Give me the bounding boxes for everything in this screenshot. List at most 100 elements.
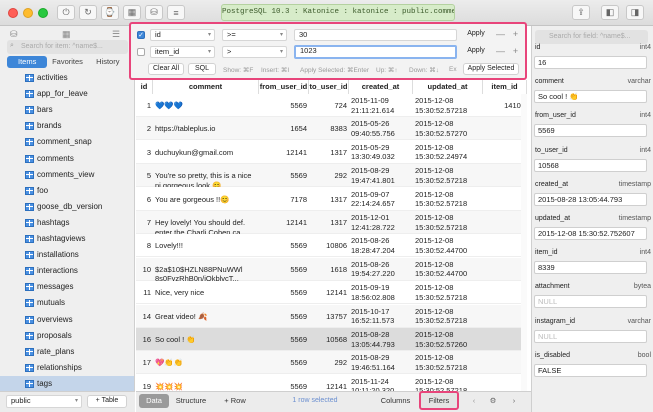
cell-created-at[interactable]: 2015-09-19 18:56:02.808: [349, 281, 413, 304]
cell-to-user-id[interactable]: 292: [309, 164, 349, 187]
cell-to-user-id[interactable]: 13757: [309, 305, 349, 328]
cell-id[interactable]: 6: [136, 188, 153, 211]
cell-created-at[interactable]: 2015-10-17 16:52:11.573: [349, 305, 413, 328]
structure-tab-button[interactable]: Structure: [172, 394, 210, 408]
cell-to-user-id[interactable]: 724: [309, 94, 349, 117]
table-row[interactable]: 19 💥💥💥 5569 12141 2015-11-24 10:11:20.320 201…: [136, 375, 527, 391]
filter-1-operator[interactable]: >= ▾: [222, 29, 287, 41]
cell-id[interactable]: 16: [136, 328, 153, 351]
cell-comment[interactable]: Lovely!!!: [153, 234, 259, 257]
history-icon[interactable]: ⌚: [101, 5, 119, 20]
filters-button[interactable]: Filters: [419, 391, 459, 410]
table-row[interactable]: 17 💖👏👏 5569 292 2015-08-29 19:46:51.164 2015-…: [136, 351, 527, 375]
vertical-scrollbar[interactable]: [521, 94, 527, 391]
sidebar-item-hashtags[interactable]: hashtags: [0, 215, 134, 231]
table-row[interactable]: 10 $2a$10$HZLN88PNuWWl 8s0FyzRhB0n/jOkblv…: [136, 257, 527, 281]
table-row[interactable]: 1 💙💙💙 5569 724 2015-11-09 21:11:21.614 2015-1…: [136, 94, 527, 117]
sidebar-item-activities[interactable]: activities: [0, 70, 134, 86]
cell-updated-at[interactable]: 2015-12-08 15:30:52.24974: [413, 141, 483, 164]
filter-2-remove-icon[interactable]: —: [495, 46, 506, 58]
cell-id[interactable]: 17: [136, 351, 153, 374]
prev-page-icon[interactable]: ‹: [468, 394, 480, 408]
column-header-id[interactable]: id: [136, 80, 153, 94]
sidebar-item-rate-plans[interactable]: rate_plans: [0, 344, 134, 360]
cell-to-user-id[interactable]: 1317: [309, 211, 349, 234]
cell-created-at[interactable]: 2015-05-26 09:40:55.756: [349, 117, 413, 140]
sidebar-item-goose-db-version[interactable]: goose_db_version: [0, 199, 134, 215]
cell-to-user-id[interactable]: 1317: [309, 188, 349, 211]
sidebar-item-foo[interactable]: foo: [0, 183, 134, 199]
add-row-button[interactable]: + Row: [220, 394, 250, 408]
sidebar-item-bars[interactable]: bars: [0, 102, 134, 118]
cell-id[interactable]: 3: [136, 141, 153, 164]
cell-comment[interactable]: https://tableplus.io: [153, 117, 259, 140]
sidebar-item-overviews[interactable]: overviews: [0, 312, 134, 328]
cell-updated-at[interactable]: 2015-12-08 15:30:52.44700: [413, 234, 483, 257]
table-row[interactable]: 2 https://tableplus.io 1654 8383 2015-05-26 …: [136, 117, 527, 141]
filter-1-value[interactable]: 30: [294, 29, 457, 41]
cell-created-at[interactable]: 2015-08-26 19:54:27.220: [349, 258, 413, 281]
field-value-from-user-id[interactable]: 5569: [534, 124, 647, 138]
cell-id[interactable]: 1: [136, 94, 153, 117]
filter-1-column[interactable]: id ▾: [150, 29, 215, 41]
sidebar-item-comments[interactable]: comments: [0, 151, 134, 167]
cell-comment[interactable]: 💥💥💥: [153, 375, 259, 391]
cell-id[interactable]: 19: [136, 375, 153, 391]
query-icon[interactable]: ≡: [167, 5, 185, 20]
cell-id[interactable]: 14: [136, 305, 153, 328]
database-icon[interactable]: ⛁: [145, 5, 163, 20]
power-icon[interactable]: ⏻: [57, 5, 75, 20]
filter-2-checkbox[interactable]: [137, 48, 145, 56]
cell-comment[interactable]: Nice, very nice: [153, 281, 259, 304]
cell-from-user-id[interactable]: 5569: [259, 94, 309, 117]
sidebar-item-tags[interactable]: tags: [0, 375, 134, 392]
sidebar-item-app-for-leave[interactable]: app_for_leave: [0, 86, 134, 102]
sidebar-item-hashtagviews[interactable]: hashtagviews: [0, 231, 134, 247]
cell-updated-at[interactable]: 2015-12-08 15:30:52.57218: [413, 188, 483, 211]
cell-comment[interactable]: $2a$10$HZLN88PNuWWl 8s0FyzRhB0n/jOkblvcT…: [153, 258, 259, 281]
tab-history[interactable]: History: [88, 56, 128, 68]
table-row[interactable]: 6 You are gorgeous !!😊 7178 1317 2015-09-07 …: [136, 188, 527, 211]
cell-created-at[interactable]: 2015-08-28 13:05:44.793: [349, 328, 413, 351]
table-row[interactable]: 11 Nice, very nice 5569 12141 2015-09-19 18:…: [136, 281, 527, 305]
cell-from-user-id[interactable]: 1654: [259, 117, 309, 140]
minimize-window-button[interactable]: [23, 8, 33, 18]
table-row[interactable]: 5 You're so pretty, this is a nice ni gor…: [136, 164, 527, 188]
sidebar-item-relationships[interactable]: relationships: [0, 360, 134, 376]
columns-button[interactable]: Columns: [378, 394, 413, 408]
data-tab-button[interactable]: Data: [139, 394, 169, 408]
cell-from-user-id[interactable]: 5569: [259, 351, 309, 374]
filter-2-operator[interactable]: > ▾: [222, 46, 287, 58]
cell-from-user-id[interactable]: 12141: [259, 211, 309, 234]
field-value-instagram-id[interactable]: NULL: [534, 329, 647, 343]
cell-updated-at[interactable]: 2015-12-08 15:30:52.57218: [413, 351, 483, 374]
cell-comment[interactable]: You're so pretty, this is a nice ni gorg…: [153, 164, 259, 187]
cell-updated-at[interactable]: 2015-12-08 15:30:52.57218: [413, 164, 483, 187]
field-value-item-id[interactable]: 8339: [534, 261, 647, 275]
cell-to-user-id[interactable]: 12141: [309, 281, 349, 304]
cell-id[interactable]: 10: [136, 258, 153, 281]
cell-from-user-id[interactable]: 5569: [259, 328, 309, 351]
sidebar-toggle-icon[interactable]: ◧: [601, 5, 619, 20]
sidebar-item-proposals[interactable]: proposals: [0, 328, 134, 344]
panel-toggle-icon[interactable]: ◨: [626, 5, 644, 20]
cell-updated-at[interactable]: 2015-12-08 15:30:52.57270: [413, 117, 483, 140]
filter-2-column[interactable]: item_id ▾: [150, 46, 215, 58]
cell-from-user-id[interactable]: 5569: [259, 281, 309, 304]
cell-to-user-id[interactable]: 10806: [309, 234, 349, 257]
filter-1-apply-button[interactable]: Apply: [462, 29, 490, 41]
cell-to-user-id[interactable]: 12141: [309, 375, 349, 391]
cell-comment[interactable]: So cool ! 👏: [153, 328, 259, 351]
cell-updated-at[interactable]: 2015-12-08 15:30:52.44700: [413, 258, 483, 281]
filter-2-value[interactable]: 1023: [294, 45, 457, 59]
add-table-button[interactable]: + Table: [87, 395, 127, 408]
sql-button[interactable]: SQL: [188, 63, 216, 75]
schema-select[interactable]: public ▾: [6, 395, 82, 408]
cell-from-user-id[interactable]: 5569: [259, 305, 309, 328]
field-value-id[interactable]: 16: [534, 56, 647, 69]
cell-comment[interactable]: 💖👏👏: [153, 351, 259, 374]
cell-updated-at[interactable]: 2015-12-08 15:30:52.57218: [413, 281, 483, 304]
sidebar-item-mutuals[interactable]: mutuals: [0, 295, 134, 311]
cell-id[interactable]: 8: [136, 234, 153, 257]
cell-comment[interactable]: Great video! 🍂: [153, 305, 259, 328]
